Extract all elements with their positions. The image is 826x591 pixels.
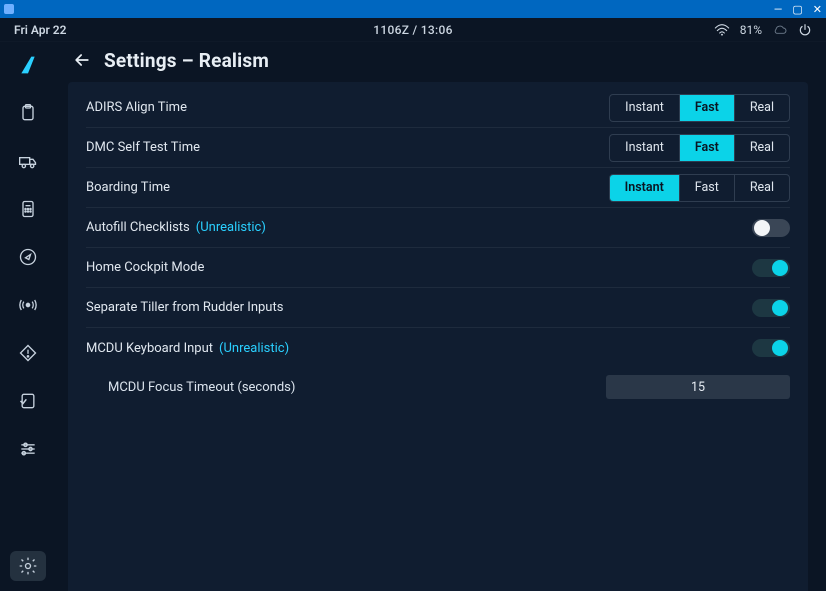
row-label: ADIRS Align Time (86, 100, 187, 115)
segment-option-real[interactable]: Real (734, 175, 789, 201)
row-label: DMC Self Test Time (86, 140, 200, 155)
status-date: Fri Apr 22 (14, 23, 67, 37)
segment-option-fast[interactable]: Fast (679, 95, 734, 121)
sidebar-logo[interactable] (10, 50, 46, 80)
toggle-separate-tiller[interactable] (752, 299, 790, 317)
sidebar-item-compass[interactable] (10, 242, 46, 272)
sidebar-item-sliders[interactable] (10, 434, 46, 464)
sidebar-item-warning[interactable] (10, 338, 46, 368)
page-title: Settings – Realism (104, 49, 269, 72)
row-mcdu-keyboard: MCDU Keyboard Input (Unrealistic) (86, 328, 790, 368)
status-bar: Fri Apr 22 1106Z / 13:06 81% (0, 18, 826, 42)
row-label: Autofill Checklists (86, 220, 190, 235)
segment-option-fast[interactable]: Fast (679, 135, 734, 161)
wifi-icon (714, 24, 730, 36)
row-mcdu-timeout: MCDU Focus Timeout (seconds) 15 (86, 370, 790, 404)
app-icon (4, 4, 14, 14)
segment-option-fast[interactable]: Fast (679, 175, 734, 201)
toggle-home-cockpit[interactable] (752, 259, 790, 277)
back-button[interactable] (70, 48, 94, 72)
row-boarding-time: Boarding Time Instant Fast Real (86, 168, 790, 208)
segment-option-real[interactable]: Real (734, 95, 789, 121)
row-home-cockpit: Home Cockpit Mode (86, 248, 790, 288)
toggle-mcdu-keyboard[interactable] (752, 339, 790, 357)
segment-option-instant[interactable]: Instant (610, 175, 679, 201)
cloud-icon (772, 24, 788, 36)
window-minimize-button[interactable]: — (774, 4, 783, 15)
sidebar-item-clipboard[interactable] (10, 98, 46, 128)
toggle-autofill[interactable] (752, 219, 790, 237)
segment-option-real[interactable]: Real (734, 135, 789, 161)
unrealistic-tag: (Unrealistic) (196, 220, 266, 235)
row-separate-tiller: Separate Tiller from Rudder Inputs (86, 288, 790, 328)
segment-boarding: Instant Fast Real (609, 174, 790, 202)
row-dmc-self-test: DMC Self Test Time Instant Fast Real (86, 128, 790, 168)
segment-dmc: Instant Fast Real (609, 134, 790, 162)
settings-panel: ADIRS Align Time Instant Fast Real DMC S… (68, 82, 808, 591)
segment-adirs: Instant Fast Real (609, 94, 790, 122)
row-label: MCDU Keyboard Input (86, 341, 213, 356)
row-autofill-checklists: Autofill Checklists (Unrealistic) (86, 208, 790, 248)
row-adirs-align-time: ADIRS Align Time Instant Fast Real (86, 88, 790, 128)
status-clock: 1106Z / 13:06 (373, 23, 453, 37)
mcdu-timeout-value[interactable]: 15 (606, 375, 790, 399)
window-close-button[interactable]: ✕ (813, 4, 822, 15)
window-maximize-button[interactable]: ▢ (792, 4, 802, 15)
status-battery: 81% (740, 23, 762, 37)
unrealistic-tag: (Unrealistic) (219, 341, 289, 356)
row-label: MCDU Focus Timeout (seconds) (108, 380, 295, 395)
sidebar-item-checklist[interactable] (10, 386, 46, 416)
row-label: Separate Tiller from Rudder Inputs (86, 300, 283, 315)
power-icon[interactable] (798, 23, 812, 37)
row-label: Boarding Time (86, 180, 170, 195)
sidebar-item-truck[interactable] (10, 146, 46, 176)
os-titlebar: — ▢ ✕ (0, 0, 826, 18)
sidebar (0, 42, 56, 591)
sidebar-item-radio[interactable] (10, 290, 46, 320)
sidebar-item-calculator[interactable] (10, 194, 46, 224)
segment-option-instant[interactable]: Instant (610, 95, 679, 121)
sidebar-item-settings[interactable] (10, 551, 46, 581)
segment-option-instant[interactable]: Instant (610, 135, 679, 161)
row-label: Home Cockpit Mode (86, 260, 204, 275)
